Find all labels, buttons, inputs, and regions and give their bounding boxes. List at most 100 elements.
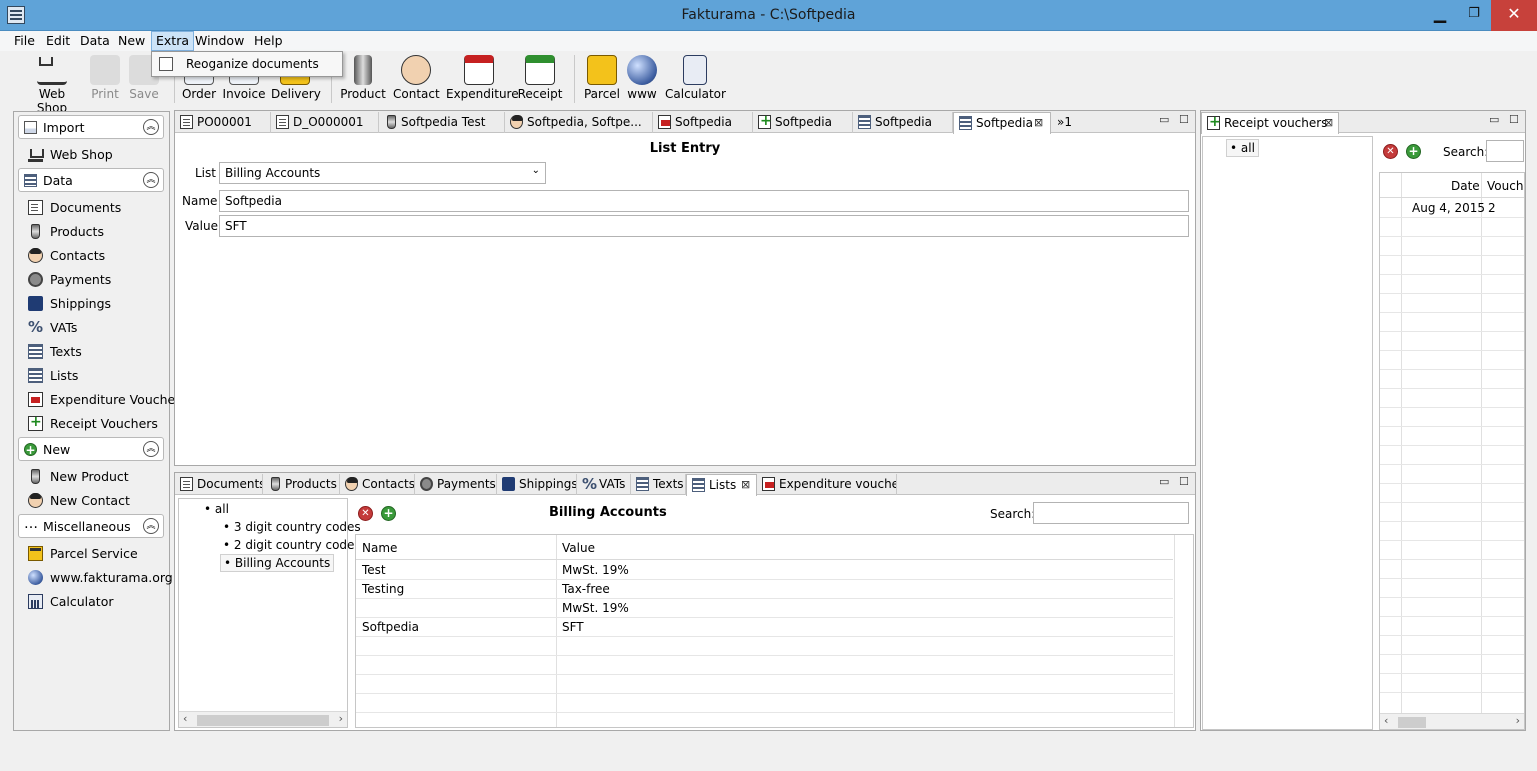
bottom-tab[interactable]: Payments (415, 474, 497, 495)
close-tab-icon[interactable]: ⊠ (1034, 116, 1043, 129)
sidebar-section-miscellaneous[interactable]: … Miscellaneous ︽ (18, 514, 164, 538)
receipt-vouchers-panel: Receipt vouchers⊠ ▭ ☐ • all ✕ + Search: … (1200, 110, 1526, 731)
bottom-tab[interactable]: Texts (631, 474, 686, 495)
receipt-icon (1207, 114, 1221, 130)
menu-data[interactable]: Data (80, 33, 110, 48)
minimize-view-icon[interactable]: ▭ (1159, 475, 1169, 488)
receipt-vouchers-tab[interactable]: Receipt vouchers⊠ (1201, 112, 1339, 134)
toolbar-www-button[interactable]: www (624, 55, 660, 107)
bottom-tab[interactable]: Documents (175, 474, 263, 495)
horizontal-scrollbar[interactable]: ‹ › (1380, 713, 1524, 729)
scrollbar-thumb[interactable] (197, 715, 329, 726)
editor-tab[interactable]: PO00001 (175, 112, 271, 133)
toolbar-web-shop-button[interactable]: Web Shop (22, 55, 82, 115)
maximize-view-icon[interactable]: ☐ (1179, 113, 1189, 126)
table-row-date[interactable]: Aug 4, 2015 (1412, 201, 1485, 215)
table-row-name[interactable]: Testing (362, 582, 404, 596)
bottom-tab[interactable]: Products (263, 474, 340, 495)
scroll-right-icon[interactable]: › (339, 712, 343, 725)
tab-overflow[interactable]: »1 (1053, 112, 1093, 133)
bottom-tab[interactable]: % VATs (577, 474, 631, 495)
close-tab-icon[interactable]: ⊠ (741, 478, 750, 491)
table-row-value[interactable]: SFT (562, 620, 584, 634)
bottom-tab-active[interactable]: Lists ⊠ (686, 474, 757, 496)
minimize-view-icon[interactable]: ▭ (1159, 113, 1169, 126)
menu-edit[interactable]: Edit (46, 33, 70, 48)
collapse-icon[interactable]: ︽ (143, 172, 159, 188)
table-row-value[interactable]: Tax-free (562, 582, 610, 596)
delete-icon[interactable]: ✕ (1383, 144, 1398, 159)
toolbar-receipt-button[interactable]: Receipt (517, 55, 563, 107)
tree-item-all[interactable]: • all (204, 502, 229, 516)
toolbar-product-button[interactable]: Product (339, 55, 387, 107)
editor-tab[interactable]: Softpedia (653, 112, 753, 133)
editor-tab[interactable]: Softpedia (853, 112, 953, 133)
table-row-voucher[interactable]: 2 (1488, 201, 1496, 215)
editor-tab[interactable]: Softpedia (753, 112, 853, 133)
menu-window[interactable]: Window (195, 33, 244, 48)
scroll-left-icon[interactable]: ‹ (183, 712, 187, 725)
column-header-value[interactable]: Value (562, 541, 595, 555)
list-select[interactable]: Billing Accounts ⌄ (219, 162, 546, 184)
table-row-name[interactable]: Test (362, 563, 386, 577)
horizontal-scrollbar[interactable]: ‹ › (179, 711, 347, 727)
column-header-date[interactable]: Date (1451, 179, 1480, 193)
bottom-panel: Documents Products Contacts Payments Shi… (174, 472, 1196, 731)
maximize-view-icon[interactable]: ☐ (1179, 475, 1189, 488)
menu-new[interactable]: New (118, 33, 145, 48)
scroll-right-icon[interactable]: › (1516, 714, 1520, 727)
sidebar-section-import[interactable]: Import ︽ (18, 115, 164, 139)
table-row-value[interactable]: MwSt. 19% (562, 563, 629, 577)
add-icon[interactable]: + (1406, 144, 1421, 159)
collapse-icon[interactable]: ︽ (143, 441, 159, 457)
bottom-tab[interactable]: Shippings (497, 474, 577, 495)
value-label: Value (185, 219, 218, 233)
menu-extra[interactable]: Extra (151, 31, 194, 51)
product-icon (31, 469, 40, 484)
column-header-name[interactable]: Name (362, 541, 397, 555)
editor-tab[interactable]: Softpedia, Softpe... (505, 112, 653, 133)
editor-tab[interactable]: Softpedia Test (379, 112, 505, 133)
name-field[interactable]: Softpedia (219, 190, 1189, 212)
menu-help[interactable]: Help (254, 33, 283, 48)
bottom-tab[interactable]: Expenditure vouchers (757, 474, 897, 495)
toolbar-calculator-button[interactable]: Calculator (665, 55, 726, 107)
tree-item-selected[interactable]: • Billing Accounts (220, 554, 335, 572)
column-header-voucher[interactable]: Vouch (1487, 179, 1523, 193)
search-input[interactable] (1486, 140, 1524, 162)
minimize-button[interactable]: ▁ (1423, 0, 1457, 31)
percent-icon: % (582, 475, 598, 493)
close-tab-icon[interactable]: ⊠ (1324, 116, 1333, 129)
collapse-icon[interactable]: ︽ (143, 518, 159, 534)
tree-item-all[interactable]: • all (1226, 139, 1259, 157)
editor-tab-active[interactable]: Softpedia ⊠ (953, 112, 1051, 134)
value-field[interactable]: SFT (219, 215, 1189, 237)
menu-item-reorganize-documents[interactable]: Reoganize documents (186, 57, 319, 71)
toolbar-expenditure-button[interactable]: Expenditure (446, 55, 519, 107)
delete-icon[interactable]: ✕ (358, 506, 373, 521)
toolbar-contact-button[interactable]: Contact (393, 55, 440, 107)
maximize-button[interactable]: ❐ (1457, 0, 1491, 31)
row-divider (1380, 540, 1524, 541)
search-input[interactable] (1033, 502, 1189, 524)
maximize-view-icon[interactable]: ☐ (1509, 113, 1519, 126)
table-row-value[interactable]: MwSt. 19% (562, 601, 629, 615)
add-icon[interactable]: + (381, 506, 396, 521)
tree-item[interactable]: • 3 digit country codes (223, 520, 361, 534)
editor-heading: List Entry (649, 141, 721, 156)
toolbar-parcel-button[interactable]: Parcel (582, 55, 622, 107)
tree-item[interactable]: • 2 digit country codes (223, 538, 361, 552)
scrollbar-thumb[interactable] (1398, 717, 1426, 728)
collapse-icon[interactable]: ︽ (143, 119, 159, 135)
bottom-tab[interactable]: Contacts (340, 474, 415, 495)
close-button[interactable]: ✕ (1491, 0, 1537, 31)
scroll-left-icon[interactable]: ‹ (1384, 714, 1388, 727)
sidebar-section-new[interactable]: + New ︽ (18, 437, 164, 461)
list-heading: Billing Accounts (549, 505, 667, 520)
sidebar-section-data[interactable]: Data ︽ (18, 168, 164, 192)
table-row-name[interactable]: Softpedia (362, 620, 419, 634)
menu-file[interactable]: File (14, 33, 35, 48)
toolbar-print-button[interactable]: Print (86, 55, 124, 107)
minimize-view-icon[interactable]: ▭ (1489, 113, 1499, 126)
editor-tab[interactable]: D_O000001 (271, 112, 379, 133)
